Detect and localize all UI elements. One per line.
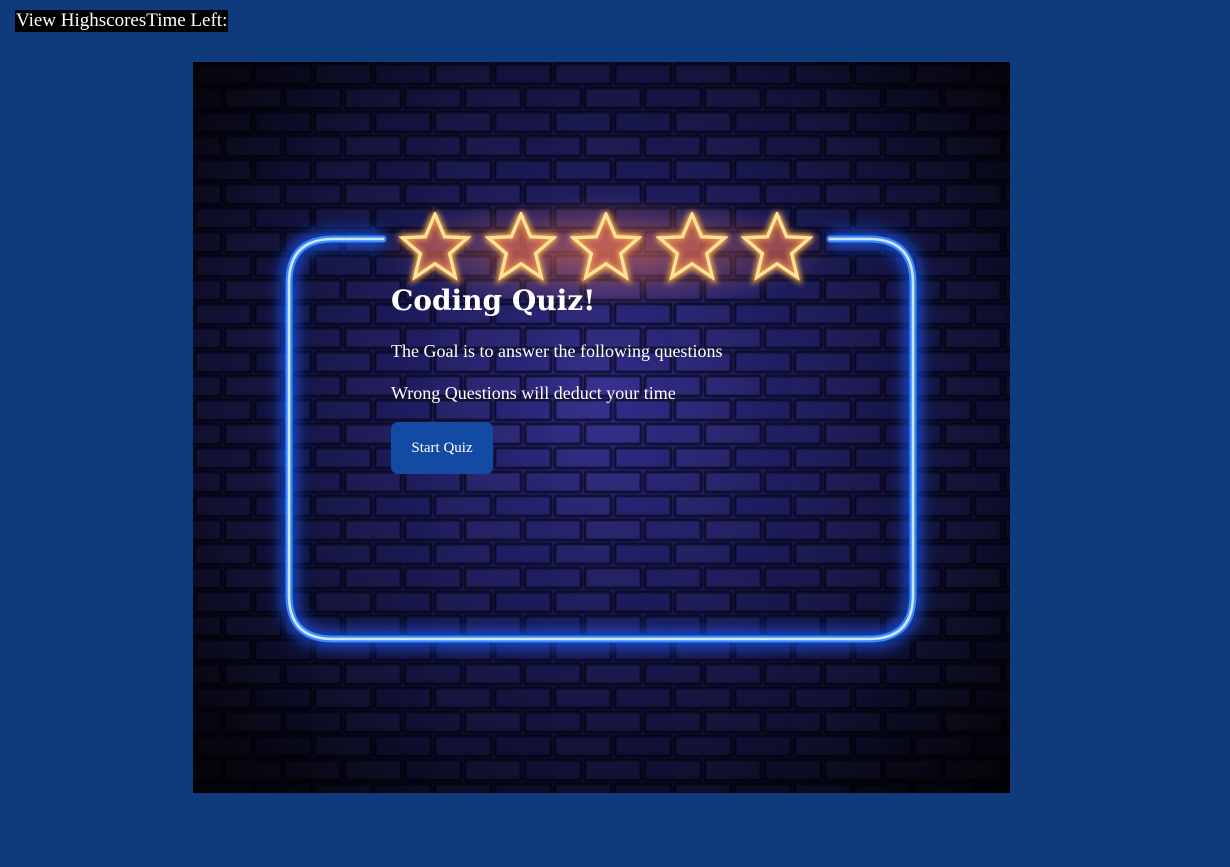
quiz-title: Coding Quiz! [391,284,596,317]
quiz-penalty-text: Wrong Questions will deduct your time [391,383,676,403]
quiz-goal-text: The Goal is to answer the following ques… [391,341,723,361]
quiz-intro: Coding Quiz! The Goal is to answer the f… [391,284,722,474]
start-quiz-button[interactable]: Start Quiz [391,422,493,474]
view-highscores-link[interactable]: View Highscores [16,10,146,31]
quiz-stage: Coding Quiz! The Goal is to answer the f… [193,62,1010,793]
time-left-label: Time Left: [146,10,228,31]
top-bar: View HighscoresTime Left: [15,10,229,32]
